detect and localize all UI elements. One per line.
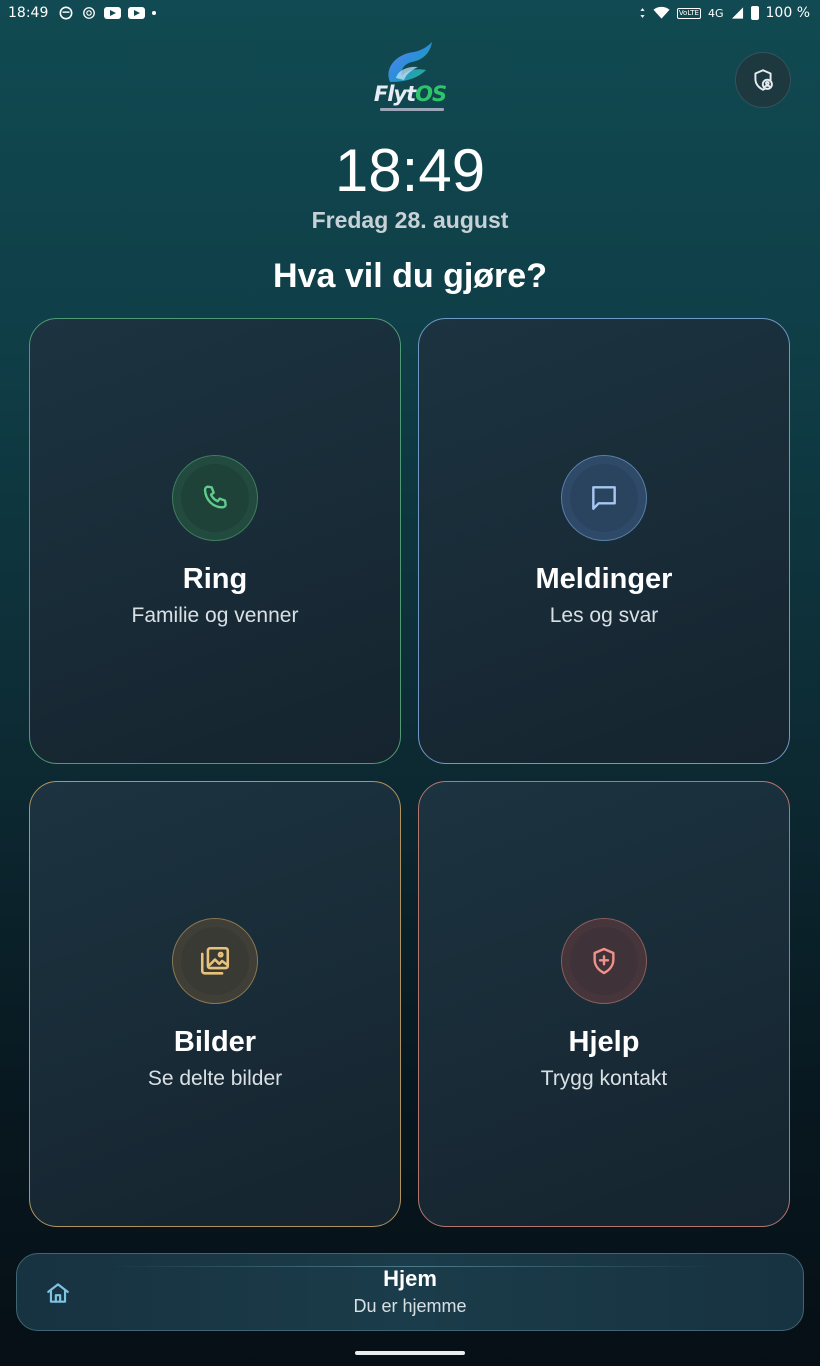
bottom-nav-title: Hjem	[383, 1266, 437, 1291]
logo-wordmark: FlytOS	[366, 82, 454, 106]
tile-bilder-subtitle: Se delte bilder	[147, 1067, 283, 1090]
signal-icon	[731, 7, 743, 19]
status-bar: 18:49 VoLTE 4G 100 %	[0, 0, 820, 26]
tile-hjelp-title: Hjelp	[568, 1026, 640, 1058]
logo-text-accent: OS	[415, 82, 447, 106]
youtube-icon	[128, 7, 146, 19]
tile-meldinger-icon-circle	[561, 455, 647, 541]
data-transfer-icon	[640, 8, 645, 18]
tile-ring-subtitle: Familie og venner	[131, 604, 299, 627]
youtube-icon	[104, 7, 122, 19]
gesture-home-indicator[interactable]	[355, 1351, 465, 1355]
chatgpt-icon	[83, 7, 96, 19]
battery-percentage: 100 %	[765, 5, 810, 21]
network-type: 4G	[707, 6, 724, 20]
status-time: 18:49	[8, 5, 49, 21]
bottom-nav-home[interactable]: Hjem Du er hjemme	[16, 1253, 804, 1331]
shield-plus-icon	[593, 947, 615, 975]
tile-meldinger-subtitle: Les og svar	[549, 604, 659, 627]
phone-icon	[203, 485, 227, 509]
home-date: Fredag 28. august	[311, 207, 509, 233]
volte-indicator: VoLTE	[676, 7, 701, 19]
bottom-nav-subtitle: Du er hjemme	[353, 1296, 467, 1316]
home-clock: 18:49	[334, 137, 486, 204]
photo-gallery-icon	[200, 946, 230, 975]
battery-icon	[750, 6, 759, 20]
tile-hjelp-subtitle: Trygg kontakt	[540, 1067, 668, 1090]
tile-meldinger[interactable]: Meldinger Les og svar	[418, 318, 790, 764]
tile-hjelp-icon-circle	[561, 918, 647, 1004]
tile-meldinger-title: Meldinger	[535, 563, 673, 595]
guardian-settings-button[interactable]	[735, 52, 791, 108]
more-notifications-dot	[152, 11, 157, 15]
tile-bilder-title: Bilder	[173, 1026, 257, 1058]
tile-hjelp[interactable]: Hjelp Trygg kontakt	[418, 781, 790, 1227]
tile-bilder-icon-circle	[172, 918, 258, 1004]
tile-bilder[interactable]: Bilder Se delte bilder	[29, 781, 401, 1227]
shield-user-icon	[754, 69, 773, 91]
chat-bubble-icon	[592, 486, 616, 510]
status-bar-left: 18:49	[8, 5, 157, 21]
app-logo: FlytOS	[366, 40, 454, 118]
tile-ring-icon-circle	[172, 455, 258, 541]
wifi-icon	[653, 6, 670, 19]
status-bar-right: VoLTE 4G 100 %	[639, 5, 810, 21]
tile-ring[interactable]: Ring Familie og venner	[29, 318, 401, 764]
logo-underline	[380, 108, 444, 111]
logo-text-main: Flyt	[373, 82, 416, 106]
tile-ring-title: Ring	[182, 563, 248, 595]
threads-icon	[59, 6, 73, 20]
prompt-heading: Hva vil du gjøre?	[273, 257, 547, 295]
